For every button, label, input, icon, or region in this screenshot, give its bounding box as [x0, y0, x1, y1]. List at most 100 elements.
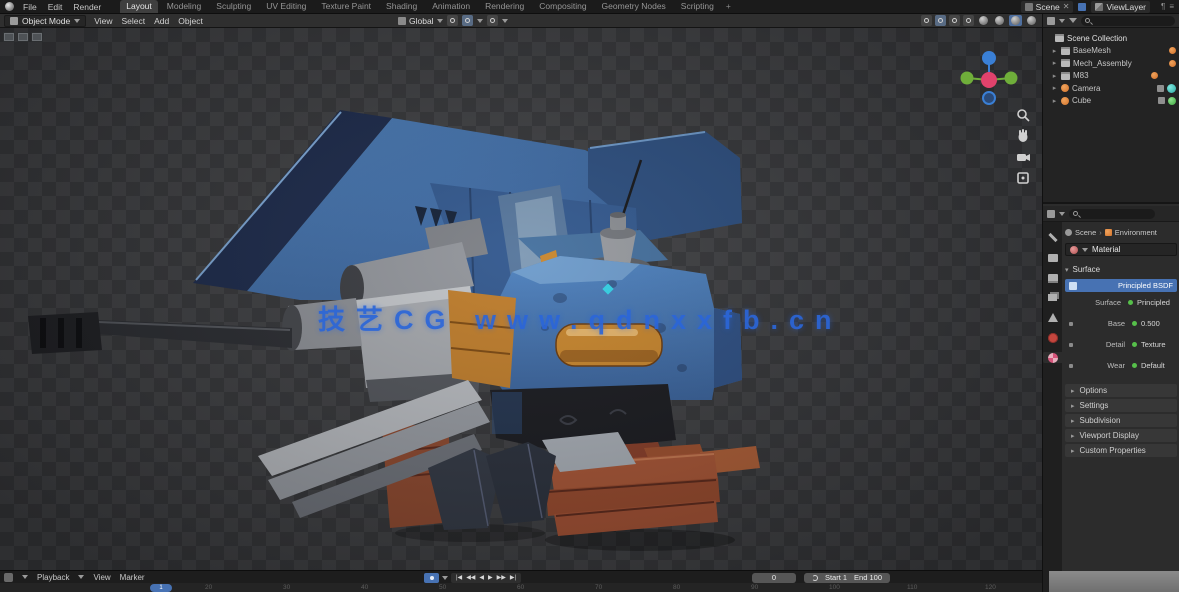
tab-world-icon[interactable]	[1047, 332, 1058, 343]
pivot-point-icon[interactable]	[447, 15, 458, 26]
tab-scripting[interactable]: Scripting	[675, 0, 720, 13]
input-row-base[interactable]: Base 0.500	[1065, 313, 1177, 334]
snap-dropdown-icon[interactable]	[477, 19, 483, 23]
current-frame-field[interactable]: 0	[752, 573, 796, 583]
menu-playback[interactable]: Playback	[37, 573, 69, 582]
tab-compositing[interactable]: Compositing	[533, 0, 592, 13]
filter-icon[interactable]	[1069, 18, 1077, 23]
xray-toggle-icon[interactable]	[963, 15, 974, 26]
tab-tool-icon[interactable]	[1047, 232, 1058, 243]
material-datablock-selector[interactable]: Material	[1065, 243, 1177, 256]
menu-add[interactable]: Add	[154, 16, 169, 26]
surface-section-header[interactable]: ▾ Surface	[1065, 264, 1177, 275]
expand-arrow-icon[interactable]: ▸	[1051, 47, 1058, 55]
shading-solid-icon[interactable]	[993, 15, 1006, 26]
tab-render-icon[interactable]	[1047, 252, 1058, 263]
section-viewport-display[interactable]: ▸Viewport Display	[1065, 429, 1177, 442]
jump-start-button[interactable]: |◀	[456, 574, 462, 581]
tab-uv-editing[interactable]: UV Editing	[260, 0, 312, 13]
expand-arrow-icon[interactable]: ▸	[1051, 97, 1058, 105]
menu-select[interactable]: Select	[121, 16, 145, 26]
tab-layout[interactable]: Layout	[120, 0, 158, 13]
tab-rendering[interactable]: Rendering	[479, 0, 530, 13]
mesh-data-icon[interactable]	[1169, 47, 1176, 54]
tab-view-layer-icon[interactable]	[1047, 292, 1058, 303]
scene-selector[interactable]: Scene ✕	[1021, 1, 1074, 13]
start-frame-field[interactable]: Start 1	[825, 573, 847, 582]
menu-file[interactable]: File	[21, 2, 39, 12]
prev-key-button[interactable]: ◀◀	[466, 574, 475, 581]
input-row-wear[interactable]: Wear Default	[1065, 355, 1177, 376]
menu-marker[interactable]: Marker	[120, 573, 145, 582]
surface-row[interactable]: Surface Principled	[1065, 292, 1177, 313]
breadcrumb-scene[interactable]: Scene	[1075, 228, 1096, 237]
mode-dropdown[interactable]: Object Mode	[4, 15, 86, 27]
tab-geometry-nodes[interactable]: Geometry Nodes	[596, 0, 672, 13]
outliner-row-cube[interactable]: ▸ Cube	[1043, 95, 1179, 108]
outliner-search-input[interactable]	[1081, 16, 1175, 26]
selected-node-row[interactable]: Principled BSDF	[1065, 279, 1177, 292]
mesh-data-icon[interactable]	[1151, 72, 1158, 79]
3d-viewport[interactable]: 技艺CG www.qdnxxfb.cn	[0, 28, 1042, 570]
new-scene-icon[interactable]	[1078, 3, 1086, 11]
expand-arrow-icon[interactable]: ▸	[1051, 59, 1058, 67]
properties-editor-icon[interactable]	[1047, 210, 1055, 218]
overlays-toggle-icon[interactable]	[949, 15, 960, 26]
tab-scene-icon[interactable]	[1047, 312, 1058, 323]
perspective-toggle-icon[interactable]	[1016, 171, 1030, 185]
menu-render[interactable]: Render	[71, 2, 103, 12]
frame-range-group[interactable]: Start 1 End 100	[804, 573, 890, 583]
outliner-row-basemesh[interactable]: ▸ BaseMesh	[1043, 45, 1179, 58]
view-layer-selector[interactable]: ViewLayer	[1091, 1, 1150, 13]
tool-icon-3[interactable]	[31, 32, 43, 42]
proportional-dropdown-icon[interactable]	[502, 19, 508, 23]
zoom-icon[interactable]	[1016, 108, 1030, 122]
camera-view-icon[interactable]	[1016, 150, 1030, 164]
current-frame-marker[interactable]: 1	[150, 584, 172, 592]
tab-shading[interactable]: Shading	[380, 0, 423, 13]
menu-edit[interactable]: Edit	[46, 2, 65, 12]
shading-material-icon[interactable]	[1009, 15, 1022, 26]
gizmos-toggle-icon[interactable]	[935, 15, 946, 26]
shading-wireframe-icon[interactable]	[977, 15, 990, 26]
menu-view[interactable]: View	[94, 16, 112, 26]
menu-object[interactable]: Object	[178, 16, 203, 26]
properties-search-input[interactable]	[1069, 209, 1155, 219]
tab-texture-paint[interactable]: Texture Paint	[315, 0, 377, 13]
expand-arrow-icon[interactable]: ▸	[1051, 84, 1058, 92]
section-custom-properties[interactable]: ▸Custom Properties	[1065, 444, 1177, 457]
shading-rendered-icon[interactable]	[1025, 15, 1038, 26]
proportional-editing-icon[interactable]	[487, 15, 498, 26]
menu-view-timeline[interactable]: View	[93, 573, 110, 582]
material-icon[interactable]	[1167, 84, 1176, 93]
orientation-dropdown[interactable]: Global	[398, 16, 443, 26]
scene-unlink-icon[interactable]: ✕	[1063, 2, 1070, 11]
material-icon[interactable]	[1168, 97, 1176, 105]
play-button[interactable]: ▶	[488, 574, 493, 581]
tab-animation[interactable]: Animation	[426, 0, 476, 13]
breadcrumb-object[interactable]: Environment	[1115, 228, 1157, 237]
navigation-gizmo[interactable]	[954, 46, 1024, 116]
tab-material-icon[interactable]	[1043, 352, 1062, 363]
outliner-editor-icon[interactable]	[1047, 17, 1055, 25]
next-key-button[interactable]: ▶▶	[497, 574, 506, 581]
tab-modeling[interactable]: Modeling	[161, 0, 208, 13]
tab-sculpting[interactable]: Sculpting	[210, 0, 257, 13]
play-reverse-button[interactable]: ◀	[479, 574, 484, 581]
blender-logo-icon[interactable]	[5, 2, 14, 11]
mesh-data-icon[interactable]	[1169, 60, 1176, 67]
data-icon[interactable]	[1158, 97, 1165, 104]
input-row-detail[interactable]: Detail Texture	[1065, 334, 1177, 355]
section-settings[interactable]: ▸Settings	[1065, 399, 1177, 412]
expand-arrow-icon[interactable]: ▸	[1051, 72, 1058, 80]
data-icon[interactable]	[1157, 85, 1164, 92]
outliner-row-m83[interactable]: ▸ M83	[1043, 70, 1179, 83]
section-subdivision[interactable]: ▸Subdivision	[1065, 414, 1177, 427]
outliner-row-camera[interactable]: ▸ Camera	[1043, 82, 1179, 95]
jump-end-button[interactable]: ▶|	[510, 574, 516, 581]
section-options[interactable]: ▸Options	[1065, 384, 1177, 397]
visibility-dropdown-icon[interactable]	[921, 15, 932, 26]
tab-output-icon[interactable]	[1047, 272, 1058, 283]
tool-icon-2[interactable]	[17, 32, 29, 42]
add-workspace-button[interactable]: +	[723, 1, 734, 12]
